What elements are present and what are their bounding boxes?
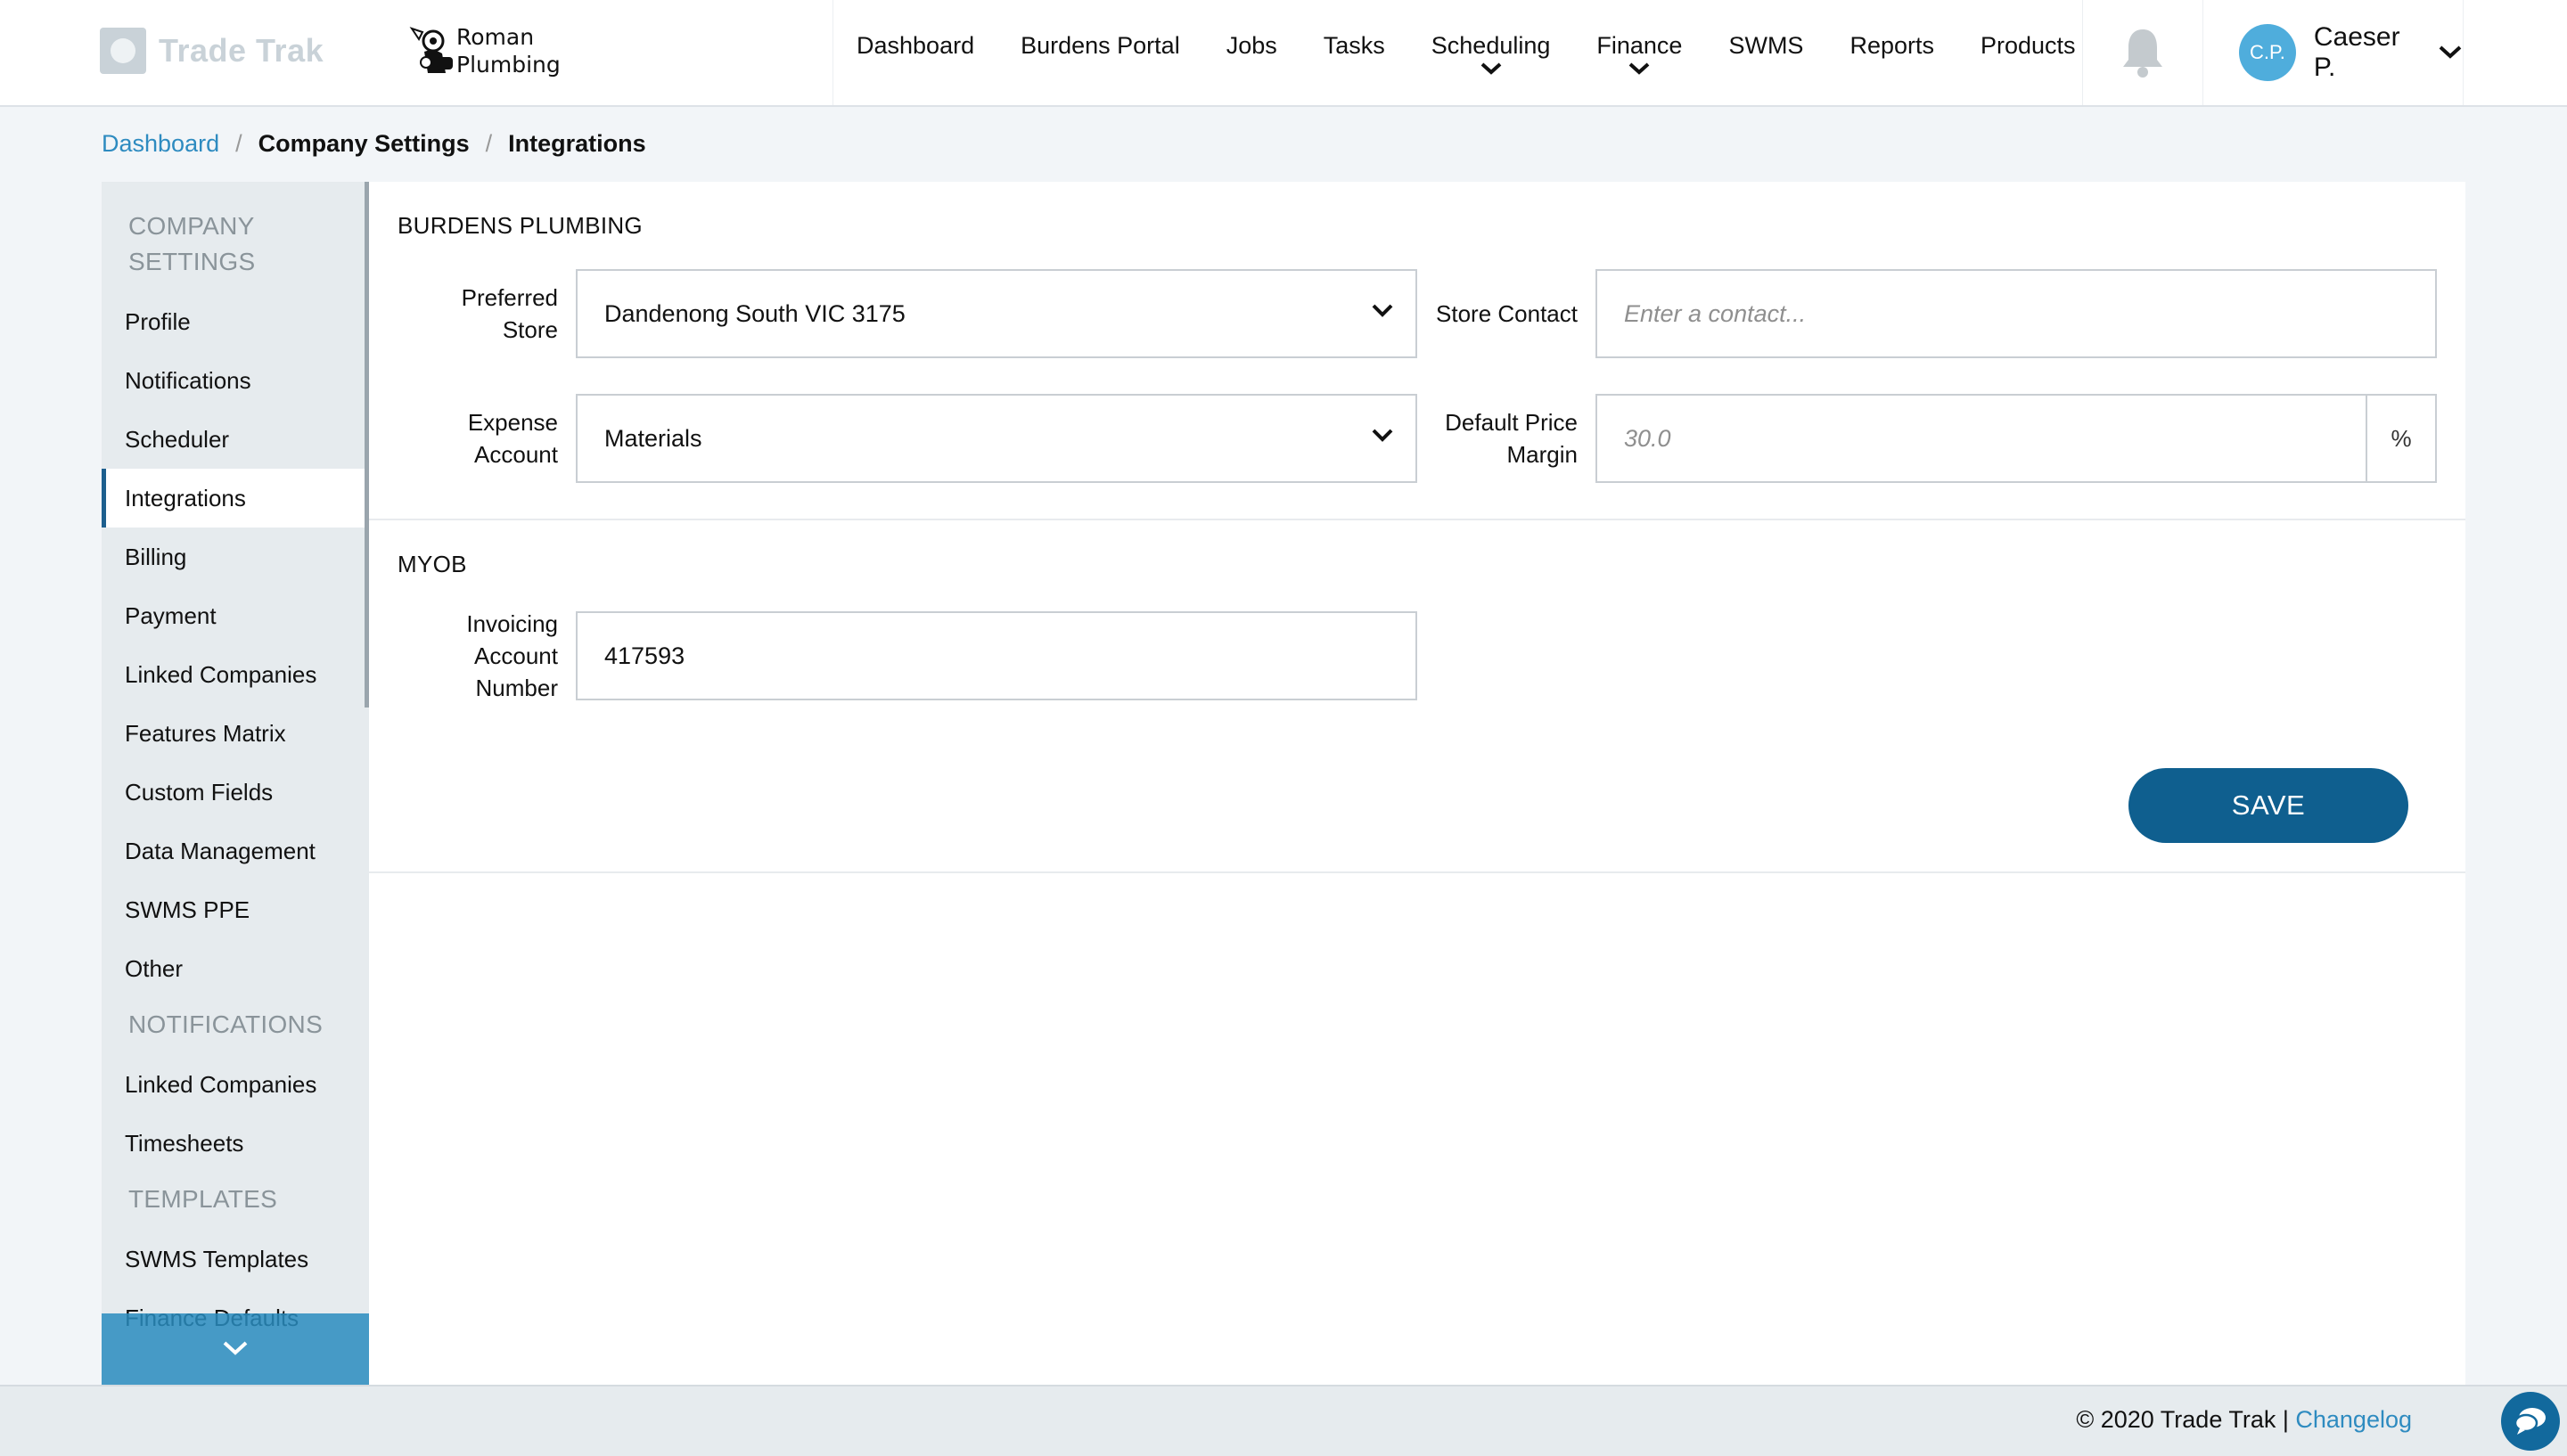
expense-account-value: Materials xyxy=(604,424,702,452)
settings-sidebar: COMPANY SETTINGS Profile Notifications S… xyxy=(102,182,369,1385)
nav-burdens-portal[interactable]: Burdens Portal xyxy=(997,0,1203,105)
sidebar-expand-button[interactable] xyxy=(102,1313,369,1385)
sidebar-item-data-management[interactable]: Data Management xyxy=(102,822,369,880)
nav-swms[interactable]: SWMS xyxy=(1705,0,1826,105)
sidebar-item-swms-templates[interactable]: SWMS Templates xyxy=(102,1230,369,1288)
nav-tasks[interactable]: Tasks xyxy=(1300,0,1408,105)
chevron-down-icon xyxy=(1372,429,1393,442)
store-contact-label: Store Contact xyxy=(1436,300,1578,327)
sidebar-item-features-matrix[interactable]: Features Matrix xyxy=(102,704,369,763)
breadcrumb-dashboard-link[interactable]: Dashboard xyxy=(102,130,219,158)
section-heading-myob: MYOB xyxy=(398,551,467,577)
sidebar-section-templates: TEMPLATES xyxy=(128,1185,278,1213)
avatar: C.P. xyxy=(2239,24,2296,81)
expense-account-label: Expense Account xyxy=(467,409,558,468)
invoicing-account-number-input[interactable] xyxy=(604,613,1415,699)
user-menu[interactable]: C.P. Caeser P. xyxy=(2203,0,2464,105)
breadcrumb-separator: / xyxy=(235,130,242,157)
sidebar-section-notifications: NOTIFICATIONS xyxy=(128,1010,324,1038)
integrations-panel: BURDENS PLUMBING Preferred Store Dandeno… xyxy=(369,182,2465,1385)
preferred-store-select[interactable]: Dandenong South VIC 3175 xyxy=(576,269,1417,358)
chat-support-button[interactable] xyxy=(2501,1392,2560,1451)
sidebar-item-notifications[interactable]: Notifications xyxy=(102,351,369,410)
plumber-mascot-icon xyxy=(409,27,453,73)
section-heading-burdens: BURDENS PLUMBING xyxy=(398,212,643,239)
sidebar-item-notif-linked-companies[interactable]: Linked Companies xyxy=(102,1055,369,1114)
store-contact-input[interactable] xyxy=(1624,271,2435,356)
trade-trak-logo-icon xyxy=(100,28,146,74)
percent-addon: % xyxy=(2366,396,2435,481)
invoicing-account-number-label: Invoicing Account Number xyxy=(466,610,558,701)
sidebar-item-profile[interactable]: Profile xyxy=(102,292,369,351)
nav-finance[interactable]: Finance xyxy=(1573,0,1705,105)
nav-dashboard[interactable]: Dashboard xyxy=(833,0,997,105)
nav-scheduling[interactable]: Scheduling xyxy=(1408,0,1574,105)
sidebar-item-integrations[interactable]: Integrations xyxy=(102,469,365,528)
brand-logo[interactable]: Trade Trak xyxy=(100,27,324,75)
nav-products[interactable]: Products xyxy=(1957,0,2099,105)
brand-name: Trade Trak xyxy=(159,32,324,69)
breadcrumb-separator: / xyxy=(485,130,493,157)
breadcrumb: Dashboard / Company Settings / Integrati… xyxy=(102,130,646,158)
section-divider xyxy=(369,519,2465,520)
copyright-text: © 2020 Trade Trak | xyxy=(2076,1406,2289,1433)
chevron-down-icon xyxy=(1629,62,1650,75)
sidebar-item-swms-ppe[interactable]: SWMS PPE xyxy=(102,880,369,939)
section-divider xyxy=(369,871,2465,873)
changelog-link[interactable]: Changelog xyxy=(2295,1406,2412,1433)
footer-text: © 2020 Trade Trak | Changelog xyxy=(2076,1406,2412,1434)
sidebar-item-other[interactable]: Other xyxy=(102,939,369,998)
invoicing-account-number-field[interactable] xyxy=(576,611,1417,700)
notifications-button[interactable] xyxy=(2082,0,2203,105)
default-price-margin-label: Default Price Margin xyxy=(1445,409,1578,468)
company-name-line1: Roman xyxy=(456,24,535,50)
expense-account-select[interactable]: Materials xyxy=(576,394,1417,483)
save-button[interactable]: SAVE xyxy=(2128,768,2408,843)
chevron-down-icon xyxy=(1480,62,1501,75)
sidebar-item-payment[interactable]: Payment xyxy=(102,586,369,645)
store-contact-field[interactable] xyxy=(1595,269,2437,358)
company-logo: Roman Plumbing xyxy=(406,20,567,82)
bell-icon xyxy=(2123,29,2162,78)
preferred-store-label: Preferred Store xyxy=(461,284,558,343)
chevron-down-icon xyxy=(1372,304,1393,317)
nav-reports[interactable]: Reports xyxy=(1826,0,1957,105)
footer: © 2020 Trade Trak | Changelog xyxy=(0,1385,2567,1456)
user-name: Caeser P. xyxy=(2313,22,2400,82)
sidebar-item-custom-fields[interactable]: Custom Fields xyxy=(102,763,369,822)
breadcrumb-current: Integrations xyxy=(508,130,646,157)
sidebar-item-timesheets[interactable]: Timesheets xyxy=(102,1114,369,1173)
preferred-store-value: Dandenong South VIC 3175 xyxy=(604,299,906,327)
company-name-line2: Plumbing xyxy=(456,52,561,78)
chat-bubble-icon xyxy=(2514,1408,2546,1435)
sidebar-item-linked-companies[interactable]: Linked Companies xyxy=(102,645,369,704)
chevron-down-icon xyxy=(223,1341,248,1355)
chevron-down-icon xyxy=(2439,45,2462,59)
sidebar-section-company-settings: COMPANY SETTINGS xyxy=(128,212,256,275)
default-price-margin-input[interactable] xyxy=(1624,396,2364,481)
sidebar-item-scheduler[interactable]: Scheduler xyxy=(102,410,369,469)
company-name: Roman Plumbing xyxy=(456,23,561,78)
top-header: Trade Trak Roman Plumbing Dashboard Burd… xyxy=(0,0,2567,107)
default-price-margin-field[interactable]: % xyxy=(1595,394,2437,483)
main-nav: Dashboard Burdens Portal Jobs Tasks Sche… xyxy=(832,0,2099,105)
nav-jobs[interactable]: Jobs xyxy=(1203,0,1300,105)
breadcrumb-company-settings[interactable]: Company Settings xyxy=(258,130,470,158)
sidebar-item-billing[interactable]: Billing xyxy=(102,528,369,586)
